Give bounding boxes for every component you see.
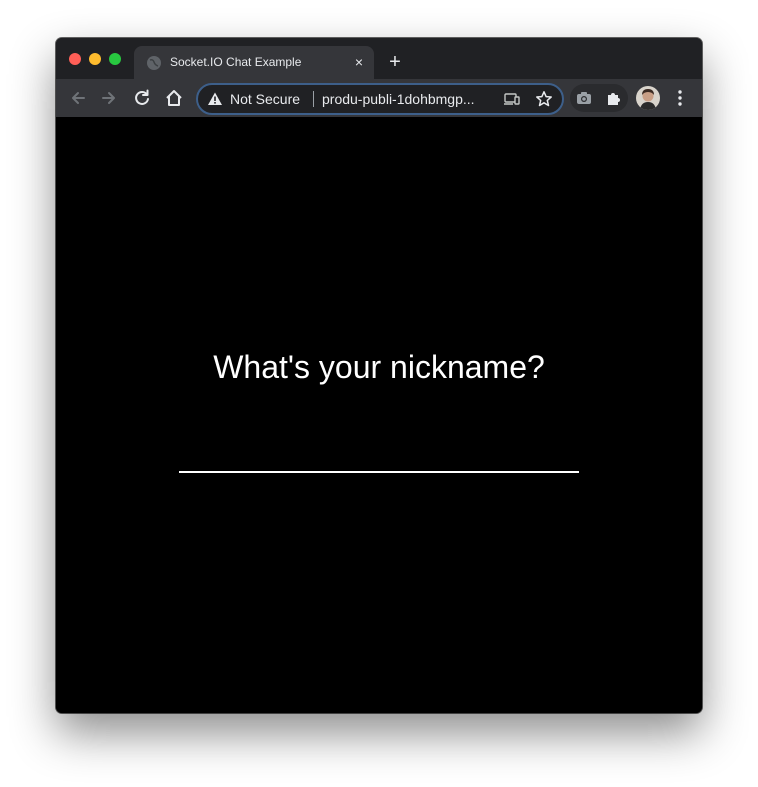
close-window-button[interactable]: [69, 53, 81, 65]
title-bar: Socket.IO Chat Example × +: [56, 38, 702, 79]
tab-close-icon[interactable]: ×: [350, 53, 368, 71]
tab-socketio-chat[interactable]: Socket.IO Chat Example ×: [134, 46, 374, 79]
cast-icon[interactable]: [503, 91, 521, 107]
profile-avatar[interactable]: [636, 86, 660, 110]
nickname-input[interactable]: [179, 417, 579, 473]
minimize-window-button[interactable]: [89, 53, 101, 65]
camera-icon[interactable]: [575, 89, 593, 107]
back-icon[interactable]: [68, 88, 88, 108]
new-tab-button[interactable]: +: [384, 51, 406, 73]
reload-icon[interactable]: [132, 88, 152, 108]
globe-icon: [147, 56, 161, 70]
star-icon[interactable]: [535, 90, 553, 108]
maximize-window-button[interactable]: [109, 53, 121, 65]
avatar-icon: [636, 86, 660, 110]
warning-icon[interactable]: [207, 91, 223, 107]
forward-icon[interactable]: [99, 88, 119, 108]
home-icon[interactable]: [164, 88, 184, 108]
extensions-group: [570, 84, 628, 112]
omnibox-divider: [313, 91, 314, 107]
browser-toolbar: Not Secure produ-publi-1dohbmgp...: [56, 79, 702, 117]
browser-window: Socket.IO Chat Example × + Not Secure pr…: [56, 38, 702, 713]
url-text[interactable]: produ-publi-1dohbmgp...: [322, 91, 492, 107]
tab-title: Socket.IO Chat Example: [170, 55, 302, 69]
puzzle-icon[interactable]: [605, 89, 623, 107]
nickname-prompt: What's your nickname?: [213, 349, 545, 385]
page-content: What's your nickname?: [56, 117, 702, 713]
address-bar[interactable]: Not Secure produ-publi-1dohbmgp...: [196, 83, 564, 115]
menu-icon[interactable]: [673, 88, 687, 108]
security-status[interactable]: Not Secure: [230, 91, 300, 107]
